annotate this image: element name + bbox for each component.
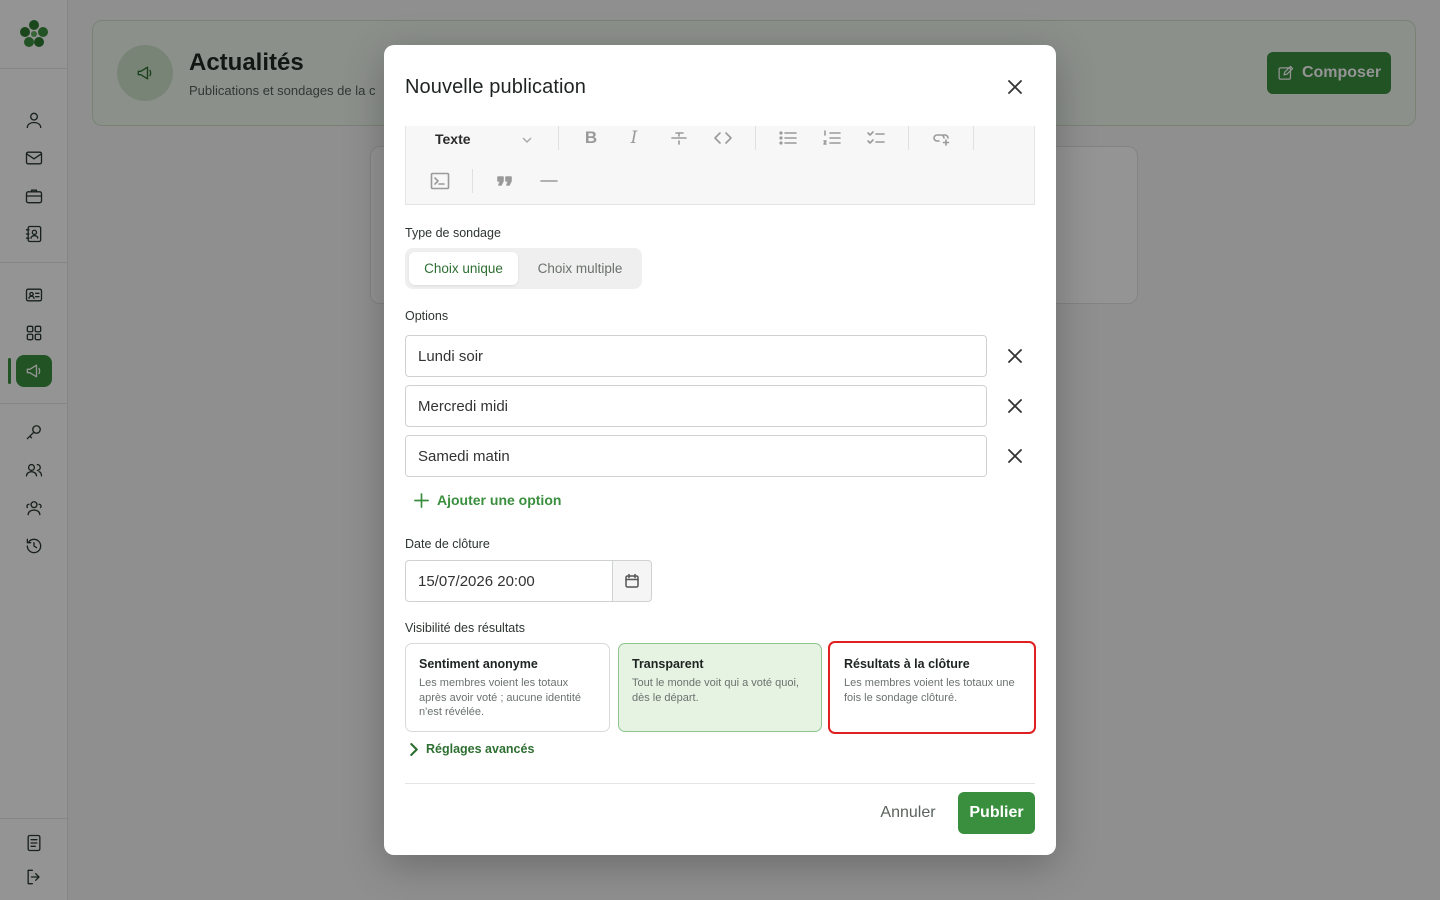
italic-icon[interactable]: I: [621, 125, 647, 151]
close-icon: [1008, 80, 1022, 94]
visibility-option-results-at-close[interactable]: Résultats à la clôture Les membres voien…: [828, 641, 1036, 734]
numbered-list-icon[interactable]: [819, 125, 845, 151]
multiple-choice-option[interactable]: Choix multiple: [523, 252, 637, 285]
remove-option-button[interactable]: [1003, 444, 1027, 468]
closing-date-label: Date de clôture: [405, 537, 490, 551]
toolbar-divider: [472, 169, 473, 193]
visibility-option-title: Transparent: [632, 657, 704, 671]
option-input[interactable]: Mercredi midi: [405, 385, 987, 427]
visibility-option-transparent[interactable]: Transparent Tout le monde voit qui a vot…: [618, 643, 822, 732]
code-block-icon[interactable]: [427, 168, 453, 194]
toolbar-divider: [973, 126, 974, 150]
poll-type-toggle: Choix unique Choix multiple: [405, 248, 642, 289]
visibility-option-description: Tout le monde voit qui a voté quoi, dès …: [632, 677, 799, 704]
remove-option-button[interactable]: [1003, 344, 1027, 368]
task-list-icon[interactable]: [863, 125, 889, 151]
visibility-option-description: Les membres voient les totaux après avoi…: [419, 677, 582, 718]
option-input[interactable]: Lundi soir: [405, 335, 987, 377]
visibility-label: Visibilité des résultats: [405, 621, 525, 635]
publish-button[interactable]: Publier: [958, 792, 1035, 834]
text-style-value: Texte: [435, 131, 471, 147]
close-icon: [1008, 449, 1022, 463]
advanced-settings-label: Réglages avancés: [426, 742, 535, 756]
link-icon[interactable]: [928, 125, 954, 151]
remove-option-button[interactable]: [1003, 394, 1027, 418]
new-post-dialog: Nouvelle publication Texte B I Type de s…: [384, 45, 1056, 855]
visibility-option-title: Résultats à la clôture: [844, 657, 970, 671]
code-icon[interactable]: [710, 125, 736, 151]
single-choice-option[interactable]: Choix unique: [409, 252, 518, 285]
strikethrough-icon[interactable]: [666, 125, 692, 151]
calendar-icon: [625, 573, 639, 588]
toolbar-divider: [908, 126, 909, 150]
options-label: Options: [405, 309, 449, 323]
option-input[interactable]: Samedi matin: [405, 435, 987, 477]
toolbar-divider: [558, 126, 559, 150]
calendar-button[interactable]: [612, 560, 652, 602]
chevron-down-icon: [521, 133, 533, 145]
close-icon: [1008, 399, 1022, 413]
dialog-title: Nouvelle publication: [405, 76, 587, 98]
horizontal-rule-icon[interactable]: [536, 168, 562, 194]
poll-type-label: Type de sondage: [405, 226, 501, 240]
plus-icon: [414, 492, 429, 508]
bullet-list-icon[interactable]: [775, 125, 801, 151]
close-icon: [1008, 349, 1022, 363]
add-option-button[interactable]: Ajouter une option: [414, 489, 561, 511]
bold-icon[interactable]: B: [578, 125, 604, 151]
editor-toolbar: Texte B I: [405, 126, 1035, 205]
cancel-button[interactable]: Annuler: [868, 796, 948, 830]
closing-date-input[interactable]: 15/07/2026 20:00: [405, 560, 613, 602]
quote-icon[interactable]: [492, 168, 518, 194]
footer-divider: [405, 783, 1035, 784]
visibility-option-title: Sentiment anonyme: [419, 657, 538, 671]
advanced-settings-toggle[interactable]: Réglages avancés: [407, 742, 534, 756]
chevron-right-icon: [410, 742, 418, 756]
add-option-label: Ajouter une option: [437, 492, 562, 508]
toolbar-divider: [755, 126, 756, 150]
visibility-option-description: Les membres voient les totaux une fois l…: [844, 677, 1015, 704]
visibility-option-anonymous[interactable]: Sentiment anonyme Les membres voient les…: [405, 643, 610, 732]
text-style-select[interactable]: Texte: [435, 130, 535, 148]
close-button[interactable]: [1003, 75, 1027, 99]
